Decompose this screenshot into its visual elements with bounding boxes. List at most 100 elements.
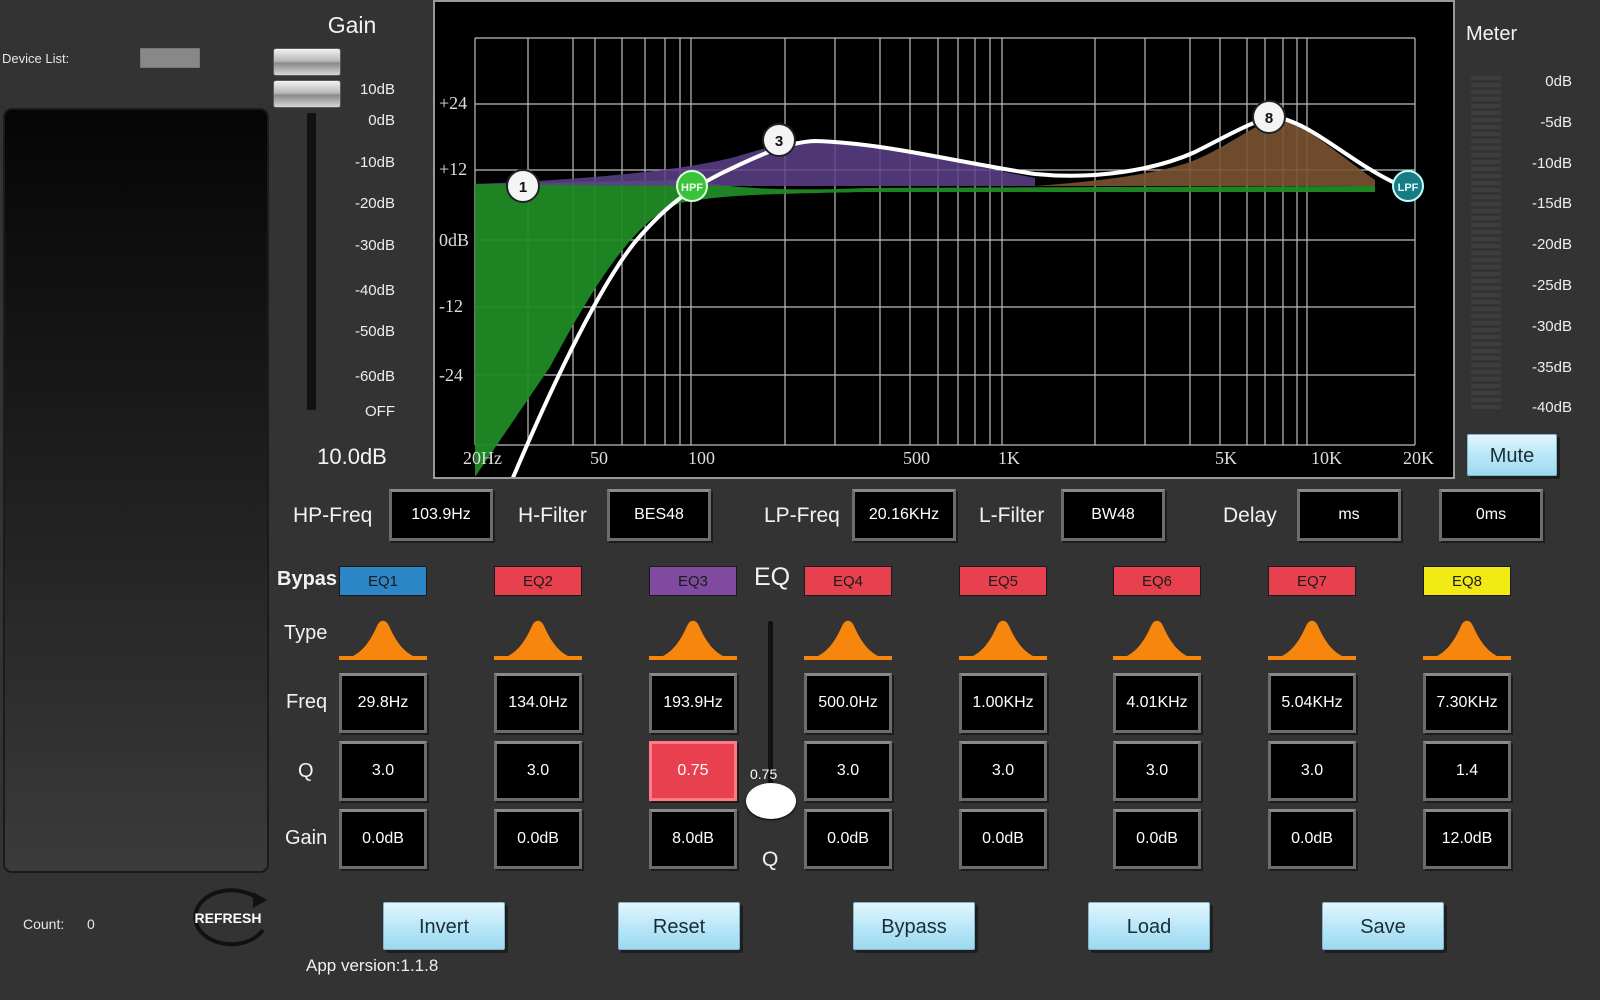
peak-filter-icon[interactable] <box>959 614 1047 660</box>
eq-band-toggle[interactable]: EQ5 <box>959 566 1047 596</box>
meter-segment <box>1471 195 1501 199</box>
eq-freq-field[interactable]: 29.8Hz <box>339 673 427 733</box>
eq-band-toggle[interactable]: EQ1 <box>339 566 427 596</box>
bypass-button[interactable]: Bypass <box>853 902 975 950</box>
save-button[interactable]: Save <box>1322 902 1444 950</box>
gain-scale-tick: -60dB <box>354 368 395 385</box>
svg-text:LPF: LPF <box>1398 182 1419 194</box>
meter-segment <box>1471 104 1501 108</box>
meter-segment <box>1471 258 1501 262</box>
device-list[interactable] <box>3 108 269 873</box>
meter-segment <box>1471 174 1501 178</box>
peak-filter-icon[interactable] <box>494 614 582 660</box>
meter-segment <box>1471 90 1501 94</box>
graph-x-tick-label: 20Hz <box>463 448 502 468</box>
peak-filter-icon[interactable] <box>1113 614 1201 660</box>
meter-scale-tick: -5dB <box>1540 113 1572 131</box>
lp-freq-field[interactable]: 20.16KHz <box>852 489 956 541</box>
refresh-button[interactable]: REFRESH <box>187 888 269 950</box>
invert-button[interactable]: Invert <box>383 902 505 950</box>
reset-button[interactable]: Reset <box>618 902 740 950</box>
delay-value-field[interactable]: 0ms <box>1439 489 1543 541</box>
eq-freq-field[interactable]: 4.01KHz <box>1113 673 1201 733</box>
eq-q-field[interactable]: 0.75 <box>649 741 737 801</box>
peak-filter-icon[interactable] <box>339 614 427 660</box>
eq-freq-field[interactable]: 5.04KHz <box>1268 673 1356 733</box>
meter-segment <box>1471 76 1501 80</box>
load-button[interactable]: Load <box>1088 902 1210 950</box>
mute-button[interactable]: Mute <box>1467 434 1557 476</box>
meter-segment <box>1471 391 1501 395</box>
delay-unit-field[interactable]: ms <box>1297 489 1401 541</box>
meter-segment <box>1471 237 1501 241</box>
eq3-marker: 3 <box>762 123 796 157</box>
eq-freq-field[interactable]: 7.30KHz <box>1423 673 1511 733</box>
hpf-marker: HPF <box>676 170 708 202</box>
peak-filter-icon[interactable] <box>1423 614 1511 660</box>
meter-segment <box>1471 307 1501 311</box>
gain-fader-track[interactable] <box>307 113 316 410</box>
svg-text:HPF: HPF <box>681 182 703 194</box>
graph-x-tick-label: 100 <box>688 448 715 468</box>
eq-q-field[interactable]: 3.0 <box>959 741 1047 801</box>
eq-freq-field[interactable]: 500.0Hz <box>804 673 892 733</box>
eq-gain-field[interactable]: 0.0dB <box>804 809 892 869</box>
graph-x-tick-label: 10K <box>1311 448 1342 468</box>
eq-q-field[interactable]: 3.0 <box>1268 741 1356 801</box>
meter-scale-tick: -30dB <box>1531 317 1572 335</box>
h-filter-field[interactable]: BES48 <box>607 489 711 541</box>
graph-x-tick-label: 500 <box>903 448 930 468</box>
eq-freq-field[interactable]: 134.0Hz <box>494 673 582 733</box>
meter-scale-tick: -35dB <box>1531 358 1572 376</box>
graph-y-tick-label: -12 <box>439 296 463 316</box>
graph-x-tick-label: 50 <box>590 448 608 468</box>
eq-band-toggle[interactable]: EQ8 <box>1423 566 1511 596</box>
peak-filter-icon[interactable] <box>804 614 892 660</box>
eq-freq-field[interactable]: 1.00KHz <box>959 673 1047 733</box>
svg-text:8: 8 <box>1265 110 1273 127</box>
eq-q-field[interactable]: 3.0 <box>804 741 892 801</box>
eq-band-toggle[interactable]: EQ4 <box>804 566 892 596</box>
eq-q-field[interactable]: 3.0 <box>1113 741 1201 801</box>
eq-gain-field[interactable]: 0.0dB <box>494 809 582 869</box>
gain-fader-cap-top[interactable] <box>273 48 341 76</box>
graph-y-tick-label: +12 <box>439 159 468 179</box>
eq-gain-field[interactable]: 0.0dB <box>339 809 427 869</box>
gain-scale-tick: -30dB <box>354 237 395 254</box>
eq-band-toggle[interactable]: EQ3 <box>649 566 737 596</box>
meter-segment <box>1471 377 1501 381</box>
peak-filter-icon[interactable] <box>649 614 737 660</box>
eq-q-field[interactable]: 1.4 <box>1423 741 1511 801</box>
gain-fader-handle[interactable] <box>273 80 341 108</box>
meter-segment <box>1471 363 1501 367</box>
q-label: Q <box>298 760 314 782</box>
meter-segment <box>1471 356 1501 360</box>
meter-segment <box>1471 223 1501 227</box>
eq-band-toggle[interactable]: EQ7 <box>1268 566 1356 596</box>
meter-segment <box>1471 321 1501 325</box>
eq-q-field[interactable]: 3.0 <box>494 741 582 801</box>
type-label: Type <box>284 622 328 644</box>
eq-gain-field[interactable]: 0.0dB <box>1113 809 1201 869</box>
meter-segment <box>1471 230 1501 234</box>
eq-graph[interactable]: 1 HPF 3 8 LPF +24 +12 0dB -12 -24 20Hz 50 100 5… <box>433 0 1455 479</box>
eq-band-toggle[interactable]: EQ6 <box>1113 566 1201 596</box>
meter-segment <box>1471 272 1501 276</box>
l-filter-field[interactable]: BW48 <box>1061 489 1165 541</box>
eq-freq-field[interactable]: 193.9Hz <box>649 673 737 733</box>
eq-gain-field[interactable]: 0.0dB <box>1268 809 1356 869</box>
eq-gain-field[interactable]: 0.0dB <box>959 809 1047 869</box>
eq-gain-field[interactable]: 12.0dB <box>1423 809 1511 869</box>
hp-freq-field[interactable]: 103.9Hz <box>389 489 493 541</box>
device-select[interactable] <box>140 48 200 68</box>
eq-band-toggle[interactable]: EQ2 <box>494 566 582 596</box>
peak-filter-icon[interactable] <box>1268 614 1356 660</box>
q-slider-knob[interactable] <box>746 783 796 819</box>
meter-segment <box>1471 97 1501 101</box>
eq-gain-field[interactable]: 8.0dB <box>649 809 737 869</box>
eq-graph-svg: 1 HPF 3 8 LPF <box>474 37 1424 477</box>
eq-q-field[interactable]: 3.0 <box>339 741 427 801</box>
bypass-label: Bypas <box>277 568 338 590</box>
l-filter-label: L-Filter <box>979 504 1045 527</box>
graph-x-tick-label: 1K <box>998 448 1020 468</box>
